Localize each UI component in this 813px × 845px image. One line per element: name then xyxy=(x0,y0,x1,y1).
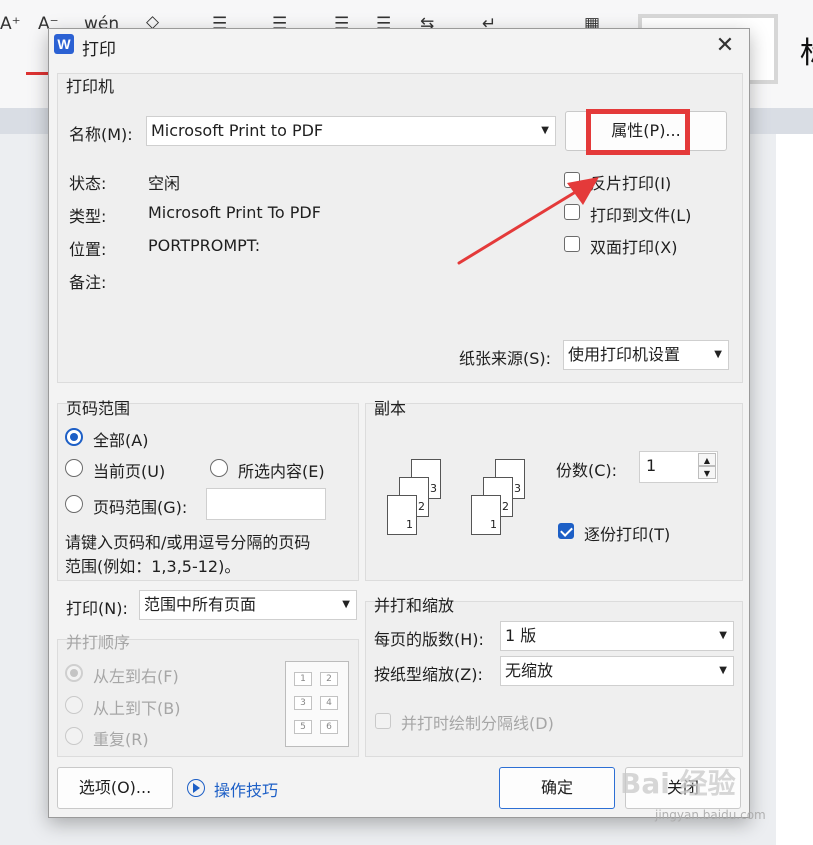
dialog-title: 打印 xyxy=(82,40,116,60)
comment-label: 备注: xyxy=(69,273,107,292)
print-order-grid-icon: 1 2 3 4 5 6 xyxy=(285,661,349,747)
draw-borders-checkbox[interactable] xyxy=(375,713,391,729)
page-range-hint-2: 范围(例如：1,3,5-12)。 xyxy=(65,557,241,576)
style-preview-char: 标 xyxy=(800,28,813,72)
pages-per-sheet-select[interactable]: 1 版 ▼ xyxy=(500,621,734,651)
type-value: Microsoft Print To PDF xyxy=(148,203,321,222)
copies-count-label: 份数(C): xyxy=(556,461,618,480)
copies-title: 副本 xyxy=(374,399,407,418)
range-all-radio[interactable] xyxy=(65,428,83,446)
print-what-label: 打印(N): xyxy=(66,599,128,618)
page-range-title: 页码范围 xyxy=(66,399,131,418)
type-label: 类型: xyxy=(69,207,107,226)
chevron-down-icon: ▼ xyxy=(541,125,549,136)
pages-per-sheet-value: 1 版 xyxy=(505,626,537,645)
scale-select[interactable]: 无缩放 ▼ xyxy=(500,656,734,686)
range-pages-label[interactable]: 页码范围(G): xyxy=(93,494,187,518)
paper-source-value: 使用打印机设置 xyxy=(568,345,681,364)
draw-borders-label[interactable]: 并打时绘制分隔线(D) xyxy=(401,710,554,734)
grid-cell-4: 4 xyxy=(320,696,338,710)
order-left-right-label[interactable]: 从左到右(F) xyxy=(93,663,179,687)
status-value: 空闲 xyxy=(148,174,181,193)
page-range-hint-1: 请键入页码和/或用逗号分隔的页码 xyxy=(65,533,311,552)
chevron-down-icon: ▼ xyxy=(714,349,722,360)
print-what-select[interactable]: 范围中所有页面 ▼ xyxy=(139,590,357,620)
chevron-down-icon: ▼ xyxy=(342,599,350,610)
print-order-title: 并打顺序 xyxy=(66,633,131,652)
font-color-bar xyxy=(26,72,48,75)
range-current-radio[interactable] xyxy=(65,459,83,477)
range-selection-label[interactable]: 所选内容(E) xyxy=(238,458,325,482)
increment-icon[interactable]: ▲ xyxy=(698,453,716,466)
sheet-1: 1 xyxy=(471,495,501,535)
range-all-label[interactable]: 全部(A) xyxy=(93,427,148,451)
status-label: 状态: xyxy=(69,174,107,193)
chevron-down-icon: ▼ xyxy=(719,665,727,676)
range-selection-radio[interactable] xyxy=(210,459,228,477)
copies-count-stepper[interactable]: 1 ▲ ▼ xyxy=(639,451,718,483)
scale-value: 无缩放 xyxy=(505,661,554,680)
print-dialog: W 打印 ✕ 打印机 名称(M): Microsoft Print to PDF… xyxy=(48,28,750,818)
order-top-bottom-label[interactable]: 从上到下(B) xyxy=(93,695,180,719)
watermark-logo: Bai 经验 xyxy=(620,767,736,800)
paper-source-label: 纸张来源(S): xyxy=(459,349,552,368)
paper-source-select[interactable]: 使用打印机设置 ▼ xyxy=(563,340,729,370)
grid-cell-6: 6 xyxy=(320,720,338,734)
printer-name-select[interactable]: Microsoft Print to PDF ▼ xyxy=(146,116,556,146)
copies-count-value: 1 xyxy=(646,456,657,475)
printer-name-label: 名称(M): xyxy=(69,125,133,144)
order-repeat-radio[interactable] xyxy=(65,727,83,745)
range-pages-radio[interactable] xyxy=(65,495,83,513)
chevron-down-icon: ▼ xyxy=(719,630,727,641)
grid-cell-5: 5 xyxy=(294,720,312,734)
tips-link[interactable]: 操作技巧 xyxy=(214,777,278,801)
location-value: PORTPROMPT: xyxy=(148,236,261,255)
location-label: 位置: xyxy=(69,240,107,259)
document-page xyxy=(776,134,813,845)
collate-pages-icon-2: 3 2 1 xyxy=(471,459,531,539)
order-repeat-label[interactable]: 重复(R) xyxy=(93,726,149,750)
range-current-label[interactable]: 当前页(U) xyxy=(93,458,165,482)
order-left-right-radio[interactable] xyxy=(65,664,83,682)
dialog-titlebar[interactable]: W 打印 ✕ xyxy=(49,29,749,65)
printer-group-title: 打印机 xyxy=(66,77,115,96)
collate-label[interactable]: 逐份打印(T) xyxy=(584,521,670,545)
print-what-value: 范围中所有页面 xyxy=(144,595,257,614)
zoom-group-title: 并打和缩放 xyxy=(374,596,455,615)
annotation-highlight-box xyxy=(586,109,690,155)
grid-cell-2: 2 xyxy=(320,672,338,686)
decrement-icon[interactable]: ▼ xyxy=(698,466,716,479)
pages-per-sheet-label: 每页的版数(H): xyxy=(374,630,484,649)
wps-logo-icon: W xyxy=(54,34,74,54)
grid-cell-3: 3 xyxy=(294,696,312,710)
play-tips-icon[interactable] xyxy=(187,779,205,797)
order-top-bottom-radio[interactable] xyxy=(65,696,83,714)
collate-pages-icon: 3 2 1 xyxy=(387,459,447,539)
options-button[interactable]: 选项(O)... xyxy=(57,767,173,809)
page-range-input[interactable] xyxy=(206,488,326,520)
grid-cell-1: 1 xyxy=(294,672,312,686)
printer-name-value: Microsoft Print to PDF xyxy=(151,121,324,140)
close-icon[interactable]: ✕ xyxy=(709,31,741,61)
watermark-url: jingyan.baidu.com xyxy=(655,808,766,822)
scale-label: 按纸型缩放(Z): xyxy=(374,665,483,684)
annotation-arrow xyxy=(457,177,599,265)
ok-button[interactable]: 确定 xyxy=(499,767,615,809)
collate-checkbox[interactable] xyxy=(558,523,574,539)
sheet-1: 1 xyxy=(387,495,417,535)
font-grow-icon[interactable]: A⁺ xyxy=(0,14,21,34)
